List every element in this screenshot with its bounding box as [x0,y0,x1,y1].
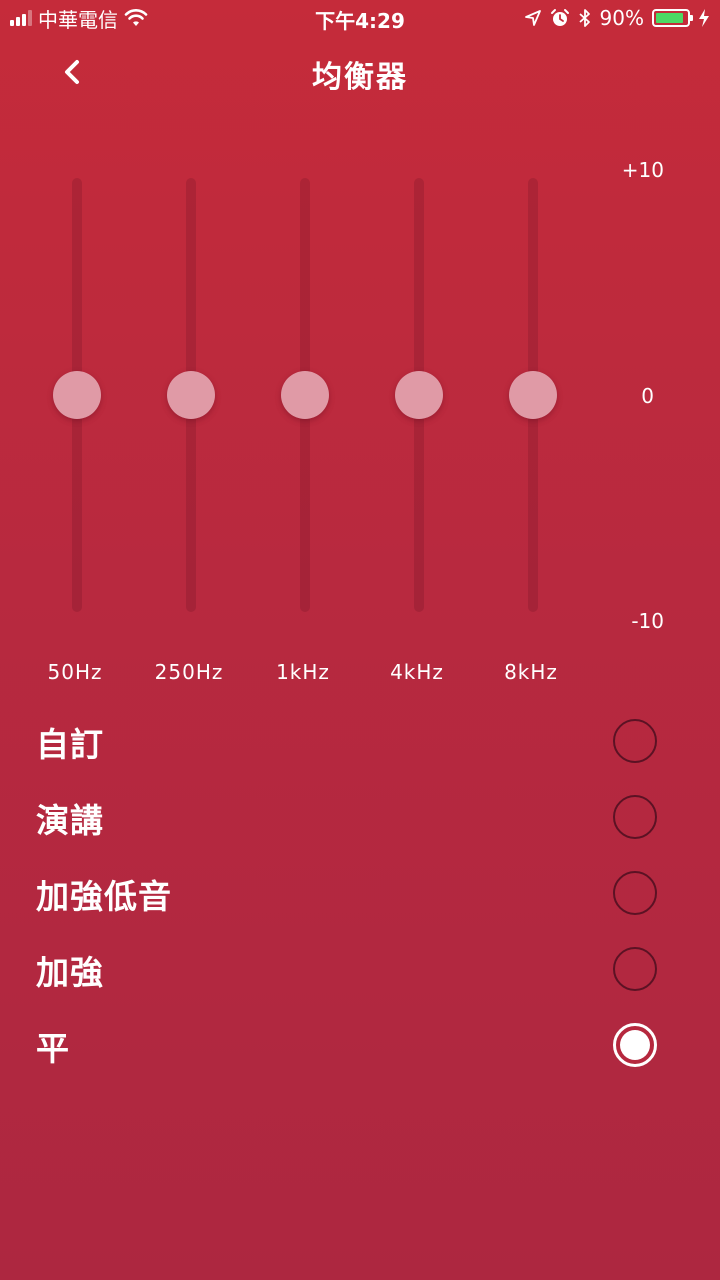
eq-band-8khz [483,178,583,612]
preset-label: 平 [36,1029,70,1068]
charging-icon [699,9,709,27]
battery-icon [652,9,693,27]
radio-button[interactable] [613,795,657,839]
page-title: 均衡器 [312,60,408,95]
battery-percent: 90% [599,6,644,30]
preset-label: 加強低音 [36,877,172,916]
preset-bass-boost[interactable]: 加強低音 [0,856,720,932]
scale-min-label: -10 [631,609,664,633]
preset-label: 演講 [36,801,104,840]
status-bar: 中華電信 下午4:29 90% [0,0,720,36]
preset-label: 加強 [36,953,104,992]
eq-slider-thumb[interactable] [509,371,557,419]
eq-slider-thumb[interactable] [53,371,101,419]
eq-band-label: 8kHz [504,660,558,684]
eq-slider-thumb[interactable] [167,371,215,419]
scale-max-label: +10 [621,158,664,182]
preset-speech[interactable]: 演講 [0,780,720,856]
eq-band-4khz [369,178,469,612]
eq-slider-thumb[interactable] [395,371,443,419]
radio-button[interactable] [613,947,657,991]
nav-bar: 均衡器 [0,40,720,104]
preset-label: 自訂 [36,725,104,764]
preset-list: 自訂 演講 加強低音 加強 平 [0,704,720,1084]
bluetooth-icon [578,9,590,27]
eq-band-1khz [255,178,355,612]
scale-mid-label: 0 [641,384,654,408]
battery-level [656,13,683,23]
radio-button[interactable] [613,871,657,915]
location-icon [524,10,541,26]
preset-custom[interactable]: 自訂 [0,704,720,780]
status-right: 90% [524,5,710,31]
alarm-icon [550,9,569,26]
preset-boost[interactable]: 加強 [0,932,720,1008]
preset-flat[interactable]: 平 [0,1008,720,1084]
radio-button[interactable] [613,719,657,763]
eq-slider-thumb[interactable] [281,371,329,419]
equalizer: +10 0 -10 50Hz 250Hz 1kHz 4kHz 8kHz [0,150,720,690]
eq-band-50hz [27,178,127,612]
eq-band-250hz [141,178,241,612]
radio-button[interactable] [613,1023,657,1067]
